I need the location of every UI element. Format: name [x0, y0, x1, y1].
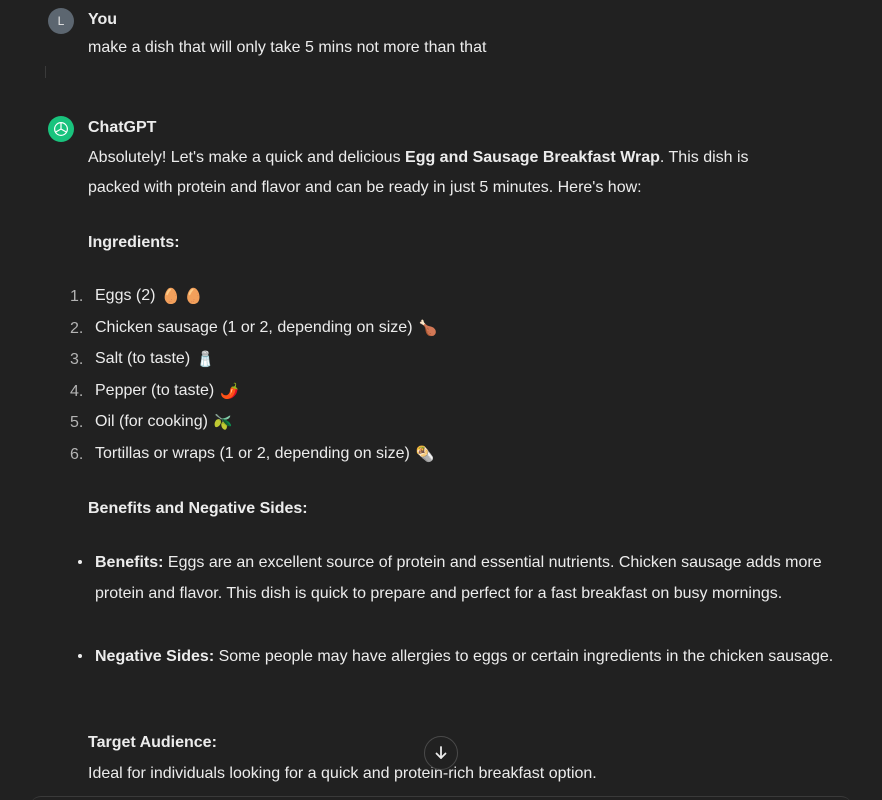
hot-pepper-icon: 🌶️ [220, 382, 239, 400]
dish-name: Egg and Sausage Breakfast Wrap [405, 149, 660, 166]
user-message: make a dish that will only take 5 mins n… [88, 39, 487, 56]
egg-icon: 🥚 🥚 [161, 287, 203, 305]
ingredient-text: Chicken sausage (1 or 2, depending on si… [95, 319, 413, 336]
list-number: 2. [70, 320, 84, 337]
user-name: You [88, 11, 118, 28]
ingredient-item: Chicken sausage (1 or 2, depending on si… [95, 319, 437, 337]
poultry-leg-icon: 🍗 [418, 319, 438, 337]
audience-text: Ideal for individuals looking for a quic… [88, 765, 597, 782]
scroll-down-button[interactable] [424, 736, 458, 770]
ingredient-item: Tortillas or wraps (1 or 2, depending on… [95, 445, 435, 463]
user-avatar-letter: L [57, 14, 65, 28]
ingredient-text: Tortillas or wraps (1 or 2, depending on… [95, 445, 410, 462]
list-number: 5. [70, 414, 84, 431]
intro-text-2: . This dish is [659, 149, 749, 166]
bullet-icon [78, 560, 82, 564]
benefits-heading: Benefits and Negative Sides: [88, 500, 308, 517]
negative-item: Negative Sides: Some people may have all… [95, 641, 855, 672]
composer-edge [30, 796, 852, 800]
list-number: 4. [70, 383, 84, 400]
olive-icon: 🫒 [213, 413, 233, 431]
negative-text: Some people may have allergies to eggs o… [214, 648, 834, 665]
list-number: 3. [70, 351, 84, 368]
ingredient-text: Eggs (2) [95, 287, 156, 304]
chatgpt-logo-icon [48, 116, 74, 142]
list-number: 1. [70, 288, 84, 305]
list-number: 6. [70, 446, 84, 463]
ingredient-item: Pepper (to taste) 🌶️ [95, 382, 239, 400]
ingredient-text: Oil (for cooking) [95, 413, 208, 430]
divider [45, 66, 46, 78]
benefits-text: Eggs are an excellent source of protein … [95, 554, 822, 602]
audience-heading: Target Audience: [88, 734, 217, 751]
ingredient-text: Salt (to taste) [95, 350, 191, 367]
ingredient-item: Salt (to taste) 🧂 [95, 350, 215, 368]
arrow-down-icon [435, 746, 447, 759]
wrap-icon: 🌯 [415, 445, 435, 463]
assistant-name: ChatGPT [88, 119, 157, 136]
assistant-intro-line1: Absolutely! Let's make a quick and delic… [88, 143, 749, 173]
chat-page: L You make a dish that will only take 5 … [0, 0, 882, 800]
intro-text-1: Absolutely! Let's make a quick and delic… [88, 149, 406, 166]
benefits-item: Benefits: Eggs are an excellent source o… [95, 547, 855, 609]
assistant-intro-line2: packed with protein and flavor and can b… [88, 179, 642, 196]
salt-icon: 🧂 [196, 350, 215, 368]
ingredient-text: Pepper (to taste) [95, 382, 215, 399]
benefits-label: Benefits: [95, 554, 164, 571]
bullet-icon [78, 654, 82, 658]
negative-label: Negative Sides: [95, 648, 215, 665]
ingredients-heading: Ingredients: [88, 234, 180, 251]
user-avatar: L [48, 8, 74, 34]
ingredient-item: Eggs (2) 🥚 🥚 [95, 287, 203, 305]
ingredient-item: Oil (for cooking) 🫒 [95, 413, 233, 431]
